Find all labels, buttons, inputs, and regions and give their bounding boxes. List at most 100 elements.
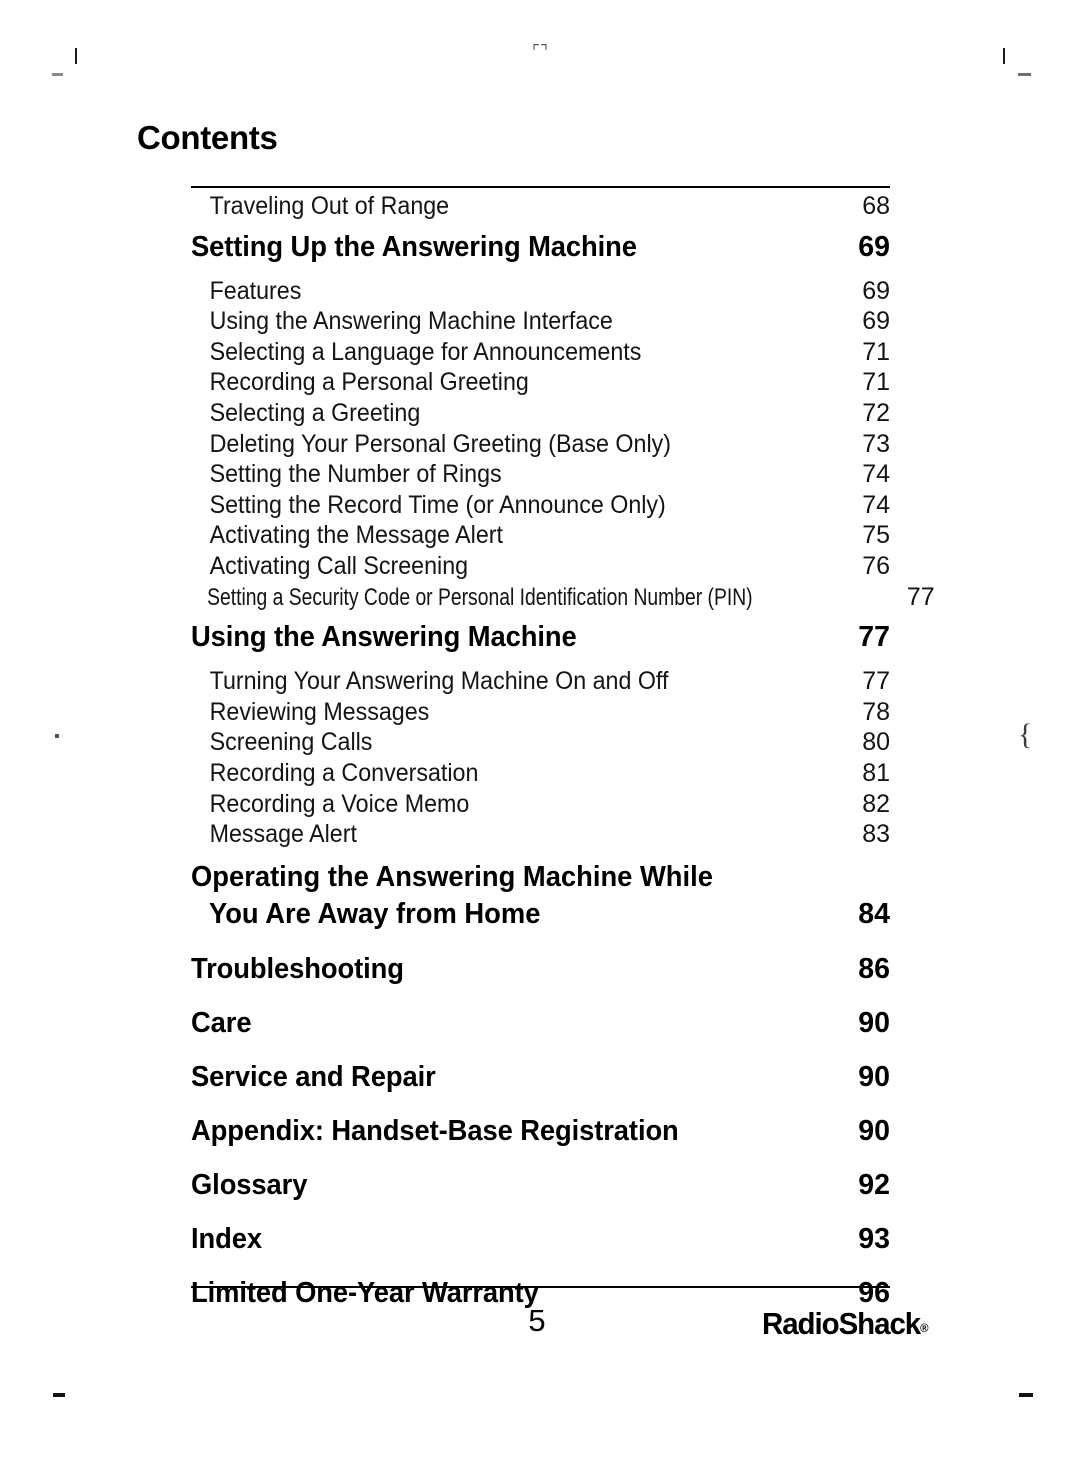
- crop-mark-left-dot: [55, 734, 59, 738]
- toc-entry-label: Setting Up the Answering Machine: [191, 230, 637, 263]
- toc-entry-page: 72: [862, 398, 890, 427]
- toc-entry-heading[interactable]: Troubleshooting 86: [191, 953, 890, 999]
- toc-entry-label: Features: [209, 276, 302, 305]
- toc-entry-item[interactable]: Setting a Security Code or Personal Iden…: [191, 583, 935, 614]
- toc-entry-label: Setting the Number of Rings: [209, 460, 502, 489]
- crop-mark-bottom-left: [53, 1393, 65, 1397]
- toc-entry-heading[interactable]: Service and Repair 90: [191, 1061, 890, 1107]
- document-page: ⌜⌝ { Contents Traveling Out of Range 68 Se…: [0, 0, 1080, 1471]
- toc-entry-label: Recording a Voice Memo: [209, 789, 470, 818]
- toc-entry-page: 86: [858, 952, 890, 985]
- toc-entry-heading[interactable]: Care 90: [191, 1007, 890, 1053]
- toc-entry-item[interactable]: Activating the Message Alert 75: [191, 521, 890, 552]
- toc-entry-label: Selecting a Greeting: [209, 398, 421, 427]
- toc-entry-label: Deleting Your Personal Greeting (Base On…: [209, 429, 671, 458]
- toc-entry-item[interactable]: Screening Calls 80: [191, 728, 890, 759]
- toc-entry-page: 84: [858, 897, 890, 930]
- toc-entry-page: 77: [862, 667, 890, 696]
- toc-entry-label: Using the Answering Machine Interface: [209, 307, 613, 336]
- toc-entry-label: Troubleshooting: [191, 952, 404, 985]
- table-of-contents: Traveling Out of Range 68 Setting Up the A…: [191, 192, 935, 1323]
- toc-entry-page: 74: [862, 490, 890, 519]
- toc-entry-page: 90: [858, 1006, 890, 1039]
- toc-entry-item[interactable]: Features 69: [191, 277, 890, 308]
- registration-mark-right-brace: {: [1018, 718, 1033, 751]
- toc-entry-item[interactable]: Message Alert 83: [191, 820, 890, 851]
- toc-entry-page: 81: [862, 758, 890, 787]
- toc-entry-label: Recording a Personal Greeting: [209, 368, 529, 397]
- toc-entry-heading[interactable]: Operating the Answering Machine While You…: [191, 861, 890, 945]
- toc-entry-label: Glossary: [191, 1168, 308, 1201]
- toc-entry-label: Care: [191, 1006, 252, 1039]
- toc-entry-page: 90: [858, 1114, 890, 1147]
- registered-trademark-icon: ®: [920, 1321, 929, 1335]
- toc-entry-label: Operating the Answering Machine While: [191, 860, 713, 893]
- toc-entry-page: 77: [906, 582, 935, 611]
- header-divider: [191, 186, 890, 188]
- toc-entry-page: 74: [862, 460, 890, 489]
- toc-entry-label: Index: [191, 1222, 262, 1255]
- toc-entry-label: Traveling Out of Range: [209, 192, 450, 220]
- toc-entry-item[interactable]: Recording a Voice Memo 82: [191, 790, 890, 821]
- toc-entry-page: 69: [858, 230, 890, 263]
- toc-entry-label: Selecting a Language for Announcements: [209, 337, 642, 366]
- toc-entry-item[interactable]: Activating Call Screening 76: [191, 552, 890, 583]
- toc-entry-page: 90: [858, 1060, 890, 1093]
- toc-entry-item[interactable]: Setting the Number of Rings 74: [191, 460, 890, 491]
- toc-entry-label: Activating the Message Alert: [209, 521, 503, 550]
- toc-entry-item[interactable]: Deleting Your Personal Greeting (Base On…: [191, 430, 890, 461]
- registration-mark-top-center: ⌜⌝: [532, 42, 548, 62]
- toc-entry-label: Recording a Conversation: [209, 758, 479, 787]
- toc-entry-page: 68: [862, 192, 890, 220]
- toc-entry-page: 73: [862, 429, 890, 458]
- crop-mark-bottom-right: [1019, 1393, 1033, 1397]
- crop-mark-top-left-vertical: [75, 48, 77, 64]
- toc-entry-heading[interactable]: Glossary 92: [191, 1169, 890, 1215]
- toc-entry-label: Screening Calls: [209, 728, 373, 757]
- toc-entry-item[interactable]: Reviewing Messages 78: [191, 698, 890, 729]
- toc-entry-label: Turning Your Answering Machine On and Of…: [209, 667, 669, 696]
- crop-mark-top-right-horizontal: [1018, 73, 1031, 76]
- radioshack-logo: RadioShack®: [762, 1306, 929, 1342]
- footer-page-number: 5: [528, 1303, 546, 1338]
- toc-entry-heading[interactable]: Index 93: [191, 1223, 890, 1269]
- toc-entry-page: 76: [862, 551, 890, 580]
- toc-entry-label-continued: You Are Away from Home: [209, 897, 541, 930]
- toc-entry-heading[interactable]: Using the Answering Machine 77: [191, 621, 890, 667]
- radioshack-logo-text: RadioShack: [762, 1306, 921, 1341]
- toc-entry-page: 75: [862, 521, 890, 550]
- toc-entry-label: Activating Call Screening: [209, 551, 469, 580]
- toc-entry-label: Service and Repair: [191, 1060, 436, 1093]
- toc-entry-heading[interactable]: Appendix: Handset-Base Registration 90: [191, 1115, 890, 1161]
- toc-entry-page: 82: [862, 789, 890, 818]
- toc-entry-page: 83: [862, 820, 890, 849]
- toc-entry-page: 69: [862, 276, 890, 305]
- toc-entry-item[interactable]: Using the Answering Machine Interface 69: [191, 307, 890, 338]
- toc-entry-label: Message Alert: [209, 820, 357, 849]
- toc-entry-label: Reviewing Messages: [209, 697, 430, 726]
- toc-entry-item[interactable]: Recording a Personal Greeting 71: [191, 368, 890, 399]
- toc-entry-page: 71: [862, 368, 890, 397]
- toc-entry-label: Setting the Record Time (or Announce Onl…: [209, 490, 666, 519]
- toc-entry-item[interactable]: Selecting a Greeting 72: [191, 399, 890, 430]
- toc-entry-label: Appendix: Handset-Base Registration: [191, 1114, 679, 1147]
- toc-entry-label: Using the Answering Machine: [191, 621, 577, 654]
- crop-mark-top-left-horizontal: [52, 73, 63, 76]
- toc-entry-item[interactable]: Recording a Conversation 81: [191, 759, 890, 790]
- toc-entry-page: 77: [858, 621, 890, 654]
- toc-entry-page: 93: [858, 1222, 890, 1255]
- toc-entry-heading[interactable]: Setting Up the Answering Machine 69: [191, 231, 890, 277]
- toc-entry-item[interactable]: Turning Your Answering Machine On and Of…: [191, 667, 890, 698]
- toc-entry-label: Setting a Security Code or Personal Iden…: [207, 583, 753, 611]
- toc-entry-page: 69: [862, 307, 890, 336]
- crop-mark-top-right-vertical: [1003, 48, 1005, 64]
- toc-entry-page: 78: [862, 697, 890, 726]
- toc-entry-page: 92: [858, 1168, 890, 1201]
- toc-entry-item[interactable]: Setting the Record Time (or Announce Onl…: [191, 491, 890, 522]
- toc-entry-page: 71: [862, 337, 890, 366]
- toc-entry-item[interactable]: Traveling Out of Range 68: [191, 192, 890, 223]
- toc-entry-item[interactable]: Selecting a Language for Announcements 71: [191, 338, 890, 369]
- toc-entry-page: 96: [858, 1276, 890, 1309]
- page-title: Contents: [137, 119, 278, 156]
- footer-divider: [191, 1286, 890, 1288]
